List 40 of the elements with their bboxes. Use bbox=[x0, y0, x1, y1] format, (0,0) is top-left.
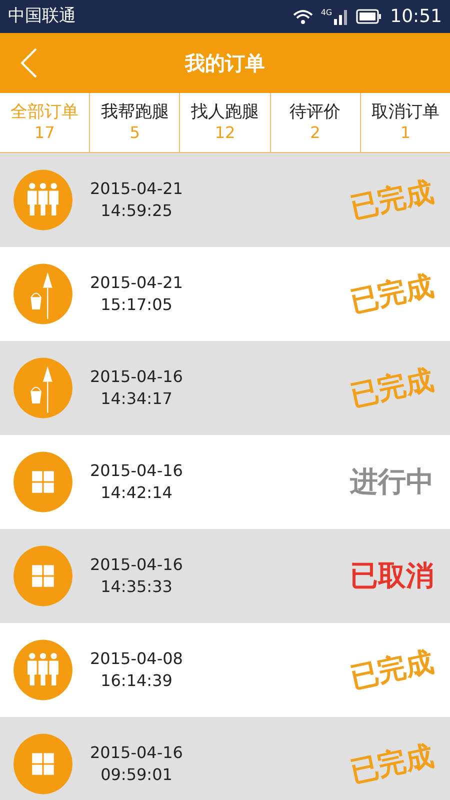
order-date: 2015-04-08 bbox=[90, 648, 183, 670]
order-time: 16:14:39 bbox=[100, 670, 172, 692]
order-date: 2015-04-21 bbox=[90, 178, 183, 200]
back-icon bbox=[20, 47, 38, 79]
order-date: 2015-04-16 bbox=[90, 554, 183, 576]
battery-icon bbox=[356, 9, 382, 24]
order-date: 2015-04-16 bbox=[90, 366, 183, 388]
carrier-name: 中国联通 bbox=[8, 4, 76, 28]
status-label: 已完成 bbox=[346, 268, 438, 320]
people-icon bbox=[12, 167, 74, 233]
order-time: 15:17:05 bbox=[100, 294, 172, 316]
order-time: 14:35:33 bbox=[100, 576, 172, 598]
order-row[interactable]: 2015-04-21 14:59:25 已完成 bbox=[0, 153, 450, 247]
status-label: 已取消 bbox=[350, 558, 434, 594]
order-row[interactable]: 2015-04-16 14:35:33 已取消 bbox=[0, 529, 450, 623]
page-title: 我的订单 bbox=[185, 50, 265, 77]
status-label: 已完成 bbox=[346, 738, 438, 790]
order-time: 14:42:14 bbox=[100, 482, 172, 504]
status-label: 已完成 bbox=[346, 362, 438, 414]
order-time: 14:34:17 bbox=[100, 388, 172, 410]
status-label: 已完成 bbox=[346, 174, 438, 226]
order-date: 2015-04-16 bbox=[90, 742, 183, 764]
order-time: 09:59:01 bbox=[100, 764, 172, 786]
order-row[interactable]: 2015-04-16 14:34:17 已完成 bbox=[0, 341, 450, 435]
order-row[interactable]: 2015-04-16 09:59:01 已完成 bbox=[0, 717, 450, 800]
grid-icon bbox=[12, 449, 74, 515]
signal-icon bbox=[334, 8, 348, 24]
wifi-icon bbox=[292, 8, 313, 24]
order-date: 2015-04-16 bbox=[90, 460, 183, 482]
clock-time: 10:51 bbox=[390, 5, 442, 29]
grid-icon bbox=[12, 731, 74, 797]
order-time: 14:59:25 bbox=[100, 200, 172, 222]
status-label: 已完成 bbox=[346, 644, 438, 696]
bucket-broom-icon bbox=[12, 261, 74, 327]
status-label: 进行中 bbox=[350, 464, 434, 500]
people-icon bbox=[12, 637, 74, 703]
bucket-broom-icon bbox=[12, 355, 74, 421]
grid-icon bbox=[12, 543, 74, 609]
network-type: 4G bbox=[320, 8, 332, 16]
order-date: 2015-04-21 bbox=[90, 272, 183, 294]
